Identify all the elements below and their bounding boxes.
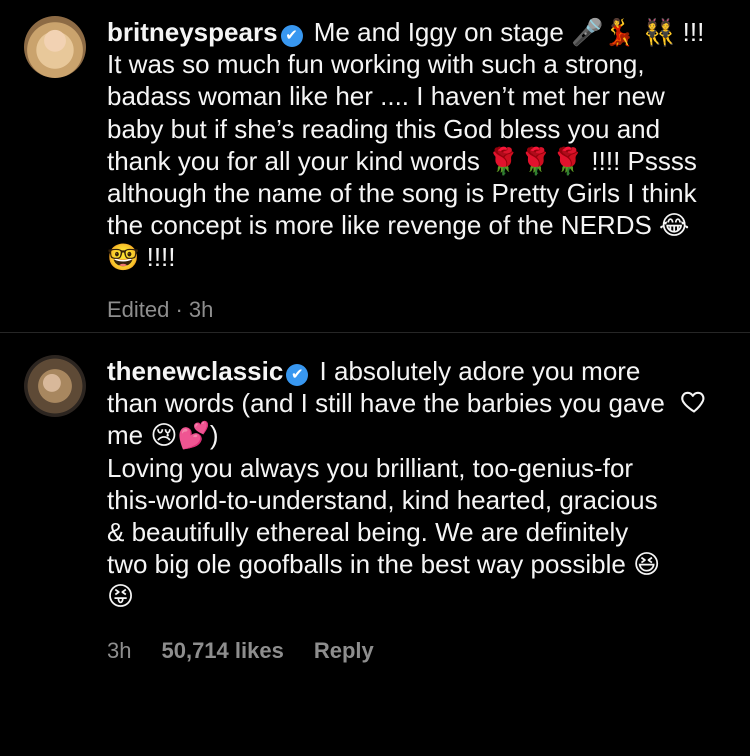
comment-britneyspears: britneyspears ✔ Me and Iggy on stage 🎤💃 👯… [0,0,750,332]
username[interactable]: britneyspears [107,17,278,47]
likes-count[interactable]: 50,714 likes [161,635,283,667]
comment-meta: 3h 50,714 likes Reply [107,635,667,667]
reply-button[interactable]: Reply [314,635,374,667]
comment-body: britneyspears ✔ Me and Iggy on stage 🎤💃 👯… [107,16,707,332]
verified-badge-icon: ✔ [280,25,303,47]
edited-timestamp: Edited · 3h [107,296,214,322]
comment-text: Loving you always you brilliant, too-gen… [107,452,661,612]
timestamp: 3h [107,637,132,663]
username[interactable]: thenewclassic [107,356,283,386]
comment-body: thenewclassic ✔ I absolutely adore you mo… [107,355,667,667]
verified-badge-icon: ✔ [286,364,309,386]
comment-text: Me and Iggy on stage 🎤💃 👯 !!! It was so … [107,17,705,273]
avatar[interactable] [24,16,86,78]
comment-meta: Edited · 3h [107,294,707,326]
avatar[interactable] [24,355,86,417]
comment-thenewclassic: thenewclassic ✔ I absolutely adore you mo… [0,333,750,667]
heart-outline-icon[interactable] [680,387,708,415]
